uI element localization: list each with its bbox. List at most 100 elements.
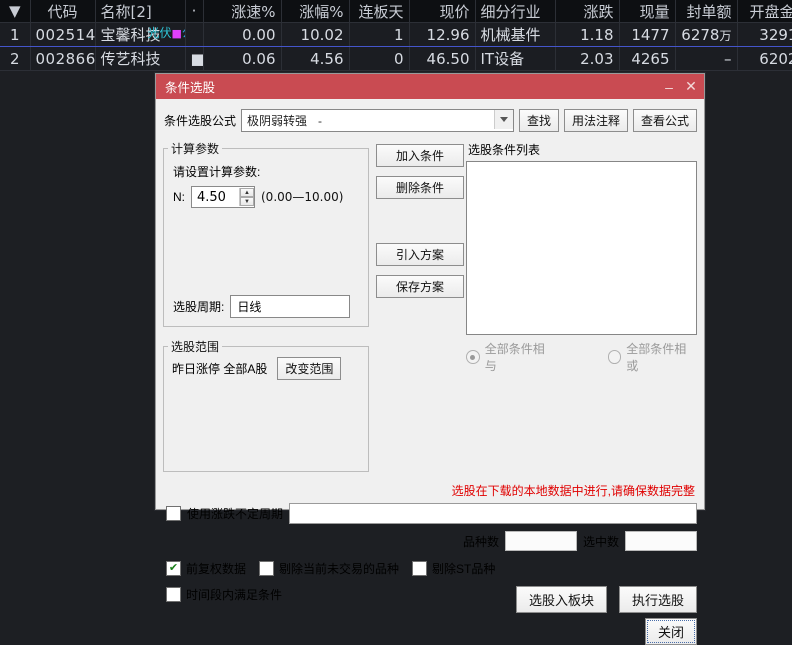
table-header-row: ▼ 代码 名称[2] · 涨速% 涨幅% 连板天 现价 细分行业 涨跌 现量 封… (0, 0, 792, 23)
period-label: 选股周期: (173, 300, 225, 314)
calc-parameters-label: 计算参数 (171, 142, 220, 156)
col-header-seal-amount[interactable]: 封单额 (675, 0, 738, 23)
radio-and-icon[interactable] (466, 350, 480, 364)
exclude-untraded-label: 剔除当前未交易的品种 (279, 562, 400, 576)
forward-adjust-option[interactable]: ✔ 前复权数据 (166, 560, 246, 577)
add-condition-button[interactable]: 加入条件 (376, 144, 464, 167)
usage-notes-button[interactable]: 用法注释 (563, 109, 628, 132)
cell-open-amount: 3291万 (737, 22, 792, 47)
timespan-checkbox[interactable] (166, 587, 181, 602)
stock-tags: 光伏■公告 (148, 24, 185, 41)
forward-adjust-label: 前复权数据 (186, 562, 247, 576)
calc-inner: 请设置计算参数: N: 4.50 ▲ ▼ (0.00—10.00) (164, 157, 368, 208)
scope-value: 昨日涨停 全部A股 (172, 362, 268, 376)
condition-listbox[interactable] (466, 161, 697, 335)
formula-value: 极阴弱转强 (247, 114, 308, 128)
param-line: N: 4.50 ▲ ▼ (0.00—10.00) (173, 186, 368, 208)
import-plan-button[interactable]: 引入方案 (376, 243, 464, 266)
add-to-block-button[interactable]: 选股入板块 (515, 586, 607, 613)
change-scope-button[interactable]: 改变范围 (277, 357, 342, 380)
cell-code[interactable]: 002866 (30, 46, 96, 71)
stock-quote-table[interactable]: ▼ 代码 名称[2] · 涨速% 涨幅% 连板天 现价 细分行业 涨跌 现量 封… (0, 0, 792, 71)
minimize-icon[interactable]: – (658, 79, 680, 95)
right-action-stack: 执行选股 关闭 (618, 586, 697, 645)
radio-or-icon[interactable] (607, 350, 622, 364)
stepper-buttons[interactable]: ▲ ▼ (239, 188, 254, 206)
cell-mark (185, 22, 204, 47)
open-amount-value: 3291 (759, 25, 792, 44)
table-row[interactable]: 1 002514 宝馨科技 光伏■公告 0.00 10.02 1 12.96 机… (0, 22, 792, 47)
exclude-st-option[interactable]: 剔除ST品种 (412, 560, 495, 577)
use-variable-period-label: 使用涨跌不定周期 (187, 507, 284, 521)
col-header-limit-days[interactable]: 连板天 (349, 0, 410, 23)
col-header-change-pct[interactable]: 涨幅% (281, 0, 350, 23)
dialog-title: 条件选股 (165, 81, 216, 95)
col-header-price[interactable]: 现价 (409, 0, 476, 23)
cell-industry: 机械基件 (475, 22, 556, 47)
find-button[interactable]: 查找 (518, 109, 559, 132)
col-header-volume[interactable]: 现量 (619, 0, 676, 23)
left-column: 计算参数 请设置计算参数: N: 4.50 ▲ ▼ (0.00—10.00) 选… (163, 140, 369, 472)
radio-all-and[interactable]: 全部条件相与 (466, 340, 556, 374)
stock-name-text: 传艺科技 (100, 50, 161, 68)
chevron-down-icon[interactable] (493, 110, 513, 129)
right-column: 选股条件列表 全部条件相与 全部条件相或 (458, 140, 697, 472)
formula-combobox[interactable]: 极阴弱转强 - (241, 109, 514, 132)
dialog-body: 条件选股公式 极阴弱转强 - 查找 用法注释 查看公式 计算参数 请设置计算参数… (156, 99, 704, 645)
close-button[interactable]: 关闭 (644, 618, 697, 645)
cell-price: 12.96 (409, 22, 476, 47)
use-variable-period-checkbox[interactable] (166, 506, 181, 521)
col-header-name[interactable]: 名称[2] (95, 0, 186, 23)
param-n-stepper[interactable]: 4.50 ▲ ▼ (191, 186, 255, 208)
tag-announcement: 公告 (182, 26, 184, 40)
period-combobox[interactable]: 日线 (230, 295, 351, 318)
col-header-industry[interactable]: 细分行业 (475, 0, 556, 23)
view-formula-button[interactable]: 查看公式 (632, 109, 697, 132)
cell-volume: 4265 (619, 46, 676, 71)
row-index: 2 (0, 46, 31, 71)
run-selection-button[interactable]: 执行选股 (618, 586, 697, 613)
forward-adjust-checkbox[interactable]: ✔ (166, 561, 181, 576)
cell-name[interactable]: 传艺科技 (95, 46, 186, 71)
dialog-titlebar[interactable]: 条件选股 – ✕ (156, 74, 704, 99)
variable-period-input[interactable] (289, 503, 697, 524)
cell-change: 2.03 (555, 46, 620, 71)
stepper-down-icon[interactable]: ▼ (240, 197, 254, 206)
exclude-st-checkbox[interactable] (412, 561, 428, 576)
cell-code[interactable]: 002514 (30, 22, 96, 47)
col-header-mark[interactable]: · (185, 0, 204, 23)
col-header-open-amount[interactable]: 开盘金额 (737, 0, 792, 23)
radio-all-or[interactable]: 全部条件相或 (607, 340, 698, 374)
col-header-code[interactable]: 代码 (30, 0, 96, 23)
close-icon[interactable]: ✕ (680, 78, 702, 95)
col-header-speed[interactable]: 涨速% (203, 0, 282, 23)
count-total-label: 品种数 (462, 534, 499, 549)
param-n-value[interactable]: 4.50 (192, 190, 239, 205)
exclude-untraded-checkbox[interactable] (259, 561, 275, 576)
stepper-up-icon[interactable]: ▲ (240, 188, 254, 197)
period-row: 选股周期: 日线 (173, 295, 351, 318)
cell-speed: 0.00 (203, 22, 282, 47)
cell-limit-days: 1 (349, 22, 410, 47)
save-plan-button[interactable]: 保存方案 (376, 275, 464, 298)
condition-stock-picker-dialog: 条件选股 – ✕ 条件选股公式 极阴弱转强 - 查找 用法注释 查看公式 计算参… (155, 73, 705, 645)
cell-industry: IT设备 (475, 46, 556, 71)
table-row[interactable]: 2 002866 传艺科技 ■ 0.06 4.56 0 46.50 IT设备 2… (0, 46, 792, 71)
count-selected-label: 选中数 (582, 534, 619, 549)
seal-amount-unit: 万 (719, 28, 732, 43)
exclude-untraded-option[interactable]: 剔除当前未交易的品种 (259, 560, 399, 577)
param-range-label: (0.00—10.00) (261, 190, 344, 204)
cell-volume: 1477 (619, 22, 676, 47)
scope-inner: 昨日涨停 全部A股 改变范围 (164, 355, 368, 380)
middle-button-column: 加入条件 删除条件 引入方案 保存方案 (369, 140, 464, 472)
counts-row: 品种数 选中数 (163, 531, 697, 551)
cell-name[interactable]: 宝馨科技 光伏■公告 (95, 22, 186, 47)
col-header-change[interactable]: 涨跌 (555, 0, 620, 23)
data-warning-text: 选股在下载的本地数据中进行,请确保数据完整 (451, 484, 695, 498)
radio-and-label: 全部条件相与 (484, 342, 545, 373)
scope-group: 选股范围 昨日涨停 全部A股 改变范围 (163, 338, 369, 472)
timespan-option[interactable]: 时间段内满足条件 (166, 586, 282, 603)
count-total-value (504, 531, 577, 551)
col-header-sort[interactable]: ▼ (0, 0, 31, 23)
delete-condition-button[interactable]: 删除条件 (376, 176, 464, 199)
